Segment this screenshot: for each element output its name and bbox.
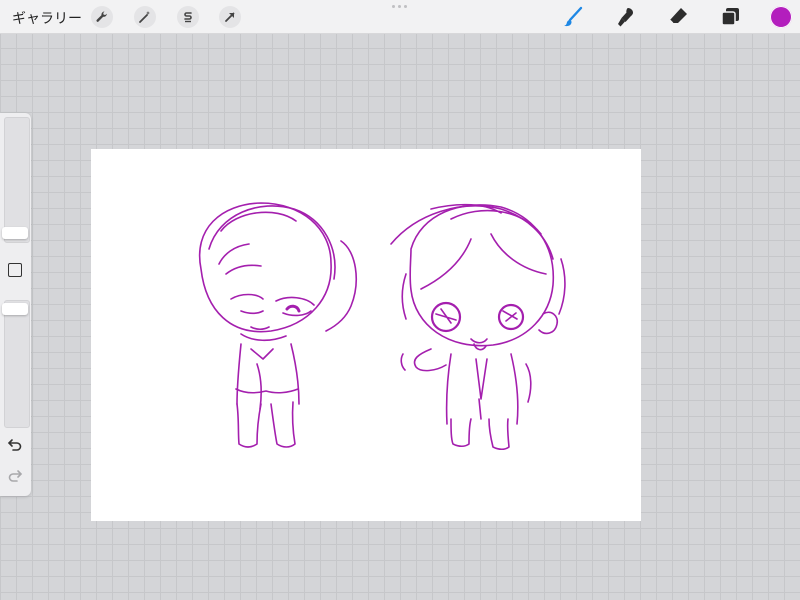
sketch-stroke xyxy=(208,205,336,280)
sketch-stroke xyxy=(236,403,262,448)
gallery-button[interactable]: ギャラリー xyxy=(12,8,82,28)
grabber-handle[interactable] xyxy=(392,5,408,8)
sketch-stroke xyxy=(198,202,332,333)
brush-size-thumb[interactable] xyxy=(2,227,28,239)
sketch-stroke xyxy=(420,233,547,290)
sidebar xyxy=(0,113,31,496)
wrench-icon xyxy=(96,11,107,22)
smudge-icon[interactable] xyxy=(614,5,638,29)
actions-button[interactable] xyxy=(91,6,113,28)
transform-arrow-icon xyxy=(225,12,235,22)
selection-icon xyxy=(184,12,192,23)
undo-icon[interactable] xyxy=(7,438,23,452)
top-toolbar: ギャラリー xyxy=(0,0,800,34)
sketch-stroke xyxy=(218,243,262,275)
selection-button[interactable] xyxy=(177,6,199,28)
brush-icon[interactable] xyxy=(561,5,585,29)
sketch-stroke xyxy=(435,308,518,324)
sketch-stroke xyxy=(250,348,274,410)
opacity-slider[interactable] xyxy=(4,300,30,428)
sketch-artwork xyxy=(198,202,566,451)
sketch-stroke xyxy=(240,310,312,317)
transform-button[interactable] xyxy=(219,6,241,28)
sketch-stroke xyxy=(230,293,315,306)
sketch-stroke xyxy=(401,258,566,320)
layers-icon[interactable] xyxy=(718,5,742,29)
sketch-stroke xyxy=(285,304,301,313)
sketch-stroke xyxy=(413,348,447,372)
redo-icon[interactable] xyxy=(7,469,23,483)
brush-size-slider[interactable] xyxy=(4,117,30,243)
magic-wand-icon xyxy=(139,11,150,23)
sketch-stroke xyxy=(475,358,488,420)
sketch-stroke xyxy=(235,388,299,394)
sketch-stroke xyxy=(488,418,510,451)
sketch-stroke xyxy=(450,418,472,448)
sketch-stroke xyxy=(400,353,532,403)
color-picker-button[interactable] xyxy=(770,6,792,28)
adjustments-button[interactable] xyxy=(134,6,156,28)
sketch-stroke xyxy=(390,205,554,260)
opacity-thumb[interactable] xyxy=(2,303,28,315)
sketch-stroke xyxy=(470,338,488,351)
sketch-stroke xyxy=(270,401,296,448)
modify-button[interactable] xyxy=(8,263,22,277)
drawing-canvas[interactable] xyxy=(91,149,641,521)
eraser-icon[interactable] xyxy=(666,5,690,29)
sketch-stroke xyxy=(220,211,297,232)
